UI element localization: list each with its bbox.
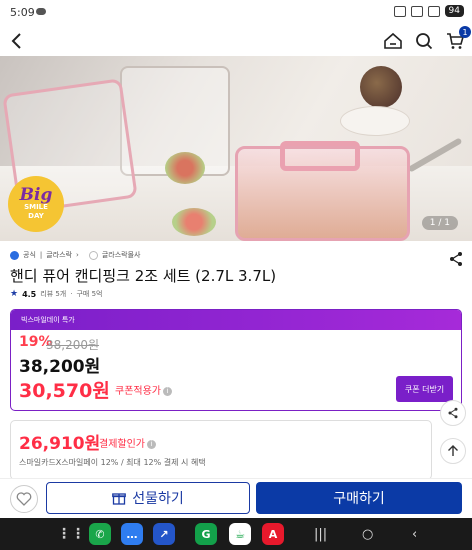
original-price: 38,200원 [46,338,100,352]
floating-share-button[interactable] [440,400,466,426]
share-icon [450,252,462,266]
badge-big-text: Big [19,185,53,205]
status-icons: 94 [393,5,464,17]
back-button[interactable] [4,28,30,54]
coupon-price: 30,570원 [19,380,110,402]
container-handle [280,141,360,171]
payment-discount-box: 26,910원 결제할인가 i 스마일카드X스마일페이 12% / 최대 12% … [10,420,432,480]
fig-fruit [360,66,402,108]
product-image[interactable]: Big SMILE DAY 1 / 1 [0,56,472,241]
coupon-label: 쿠폰적용가 i [115,382,172,397]
chevron-right-icon: › [76,251,79,259]
payment-label-text: 결제할인가 [99,439,145,450]
price-box: 빅스마일데이 특가 19% 38,200원 38,200원 30,570원 쿠폰… [10,309,462,411]
fig-slice [165,152,205,184]
cup-app-icon[interactable]: ☕ [229,523,251,545]
share-button[interactable] [448,251,464,267]
star-icon: ★ [10,289,19,299]
home-nav-button[interactable]: ○ [362,527,373,542]
scroll-to-top-button[interactable] [440,438,466,464]
payment-description: 스마일카드X스마일페이 12% / 최대 12% 결제 시 혜택 [19,458,206,467]
gift-button-label: 선물하기 [132,491,184,507]
official-label: 공식 [23,251,36,259]
coupon-label-text: 쿠폰적용가 [115,386,161,397]
browser-app-icon[interactable]: ↗ [153,523,175,545]
review-count-link[interactable]: 리뷰 5개 [40,289,66,299]
recent-apps-button[interactable]: ||| [314,527,327,542]
heart-icon [16,492,32,506]
wishlist-button[interactable] [10,485,38,513]
status-bar: 5:09 94 [0,0,472,26]
info-icon[interactable]: i [147,439,156,449]
arrow-up-icon [448,445,458,456]
purchase-count: 구매 5억 [76,290,103,298]
plate [340,106,410,136]
fig-half [172,208,216,236]
search-icon [416,33,433,50]
price-box-header: 빅스마일데이 특가 [11,310,461,330]
brand-label-link[interactable]: 글라스락몰사 [102,250,141,260]
payment-price: 26,910원 [19,434,101,454]
bottom-action-bar: 선물하기 구매하기 [0,478,472,518]
info-icon[interactable]: i [163,386,172,396]
gift-icon [112,493,127,505]
gift-button[interactable]: 선물하기 [46,482,250,514]
big-smile-day-badge: Big SMILE DAY [8,176,64,232]
brand-icon [88,250,98,260]
cart-count-badge: 1 [459,26,471,38]
badge-line1: SMILE [24,203,48,211]
messages-app-icon[interactable]: … [121,523,143,545]
home-button[interactable] [380,28,406,54]
back-nav-button[interactable]: ‹ [412,527,417,542]
rating-row: ★ 4.5 리뷰 5개 · 구매 5억 [10,289,102,299]
buy-button[interactable]: 구매하기 [256,482,462,514]
image-counter: 1 / 1 [421,216,458,230]
payment-label: 결제할인가 i [99,435,156,450]
separator: · [70,290,73,298]
get-more-coupons-button[interactable]: 쿠폰 더받기 [396,376,453,402]
rating-value: 4.5 [22,289,37,299]
auction-app-icon[interactable]: A [262,523,284,545]
store-name-link[interactable]: 글라스락 [46,250,72,260]
cart-button[interactable]: 1 [442,26,471,54]
signal-icon [427,5,440,17]
cloud-icon [36,8,46,15]
home-icon [384,32,402,49]
sale-price: 38,200원 [19,357,101,377]
g-app-icon[interactable]: G [195,523,217,545]
separator: | [39,251,43,259]
back-arrow-icon [11,33,21,49]
battery-icon: 94 [444,5,464,17]
app-drawer-icon[interactable]: ⋮⋮ [57,523,85,545]
official-icon [10,250,19,260]
phone-app-icon[interactable]: ✆ [89,523,111,545]
android-nav-bar: ⋮⋮ ✆ … ↗ G ☕ A ||| ○ ‹ [0,518,472,550]
top-nav: 1 [0,26,472,56]
status-time: 5:09 [10,6,35,19]
mute-icon [393,5,406,17]
product-title: 핸디 퓨어 캔디핑크 2조 세트 (2.7L 3.7L) [10,267,277,285]
share-icon [448,407,458,419]
badge-line2: DAY [28,212,44,220]
search-button[interactable] [411,28,437,54]
wifi-icon [410,5,423,17]
shop-row: 공식 | 글라스락 › 글라스락몰사 [10,250,140,260]
